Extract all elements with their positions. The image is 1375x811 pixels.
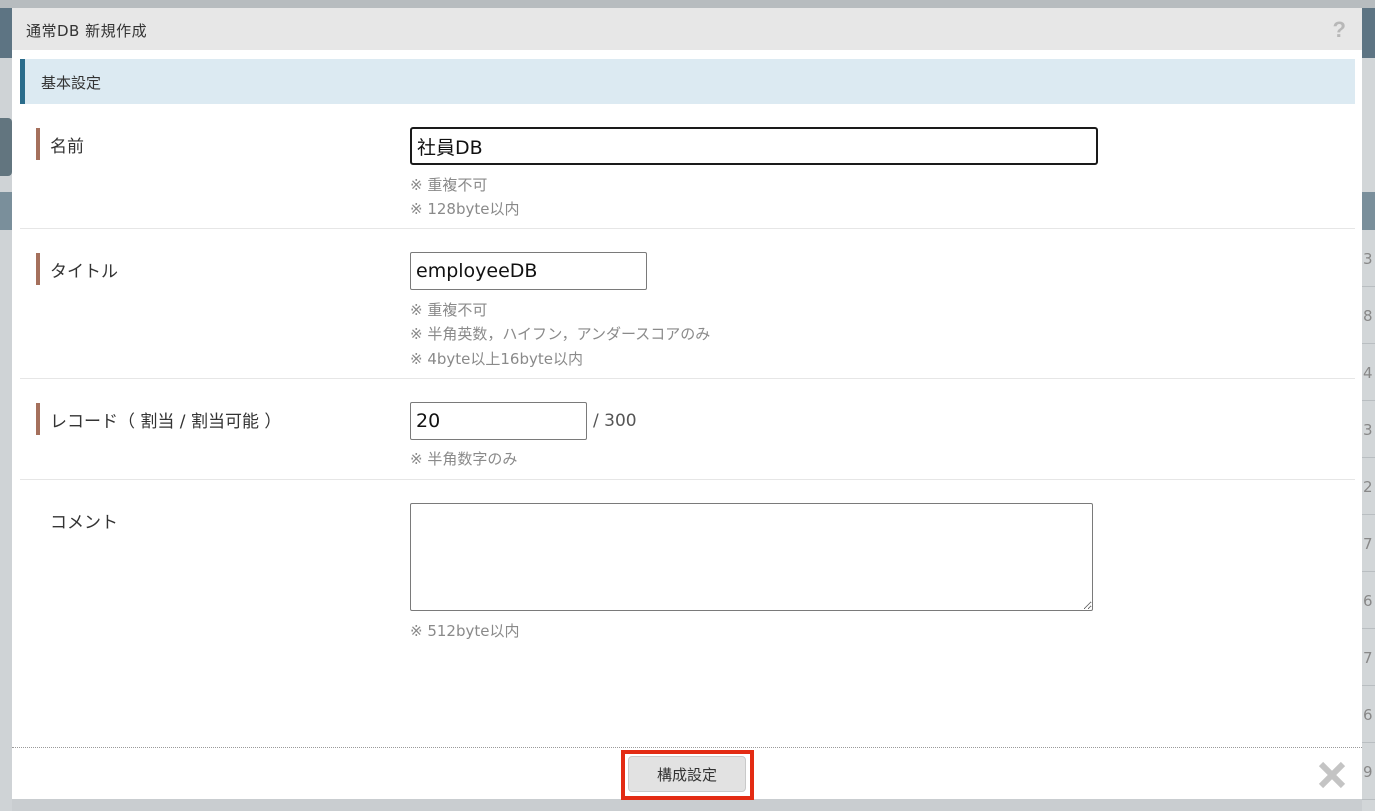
background-table-header bbox=[1362, 192, 1375, 230]
background-row-digit: 3 bbox=[1362, 401, 1375, 458]
section-header-basic-settings: 基本設定 bbox=[20, 59, 1355, 104]
background-top-bar bbox=[0, 0, 1375, 8]
background-left-band bbox=[0, 192, 12, 230]
form-row-title: タイトル ※ 重複不可 ※ 半角英数，ハイフン，アンダースコアのみ ※ 4byt… bbox=[20, 229, 1355, 379]
comment-note: ※ 512byte以内 bbox=[410, 622, 520, 640]
record-label: レコード（ 割当 / 割当可能 ） bbox=[50, 412, 282, 432]
help-icon[interactable]: ? bbox=[1333, 17, 1346, 43]
title-input[interactable] bbox=[410, 252, 647, 290]
title-note: ※ 半角英数，ハイフン，アンダースコアのみ bbox=[410, 325, 711, 343]
form-row-record: レコード（ 割当 / 割当可能 ） / 300 ※ 半角数字のみ bbox=[20, 379, 1355, 480]
required-marker bbox=[36, 253, 40, 285]
section-title: 基本設定 bbox=[41, 74, 102, 92]
background-row-digit: 7 bbox=[1362, 629, 1375, 686]
configure-structure-button[interactable]: 構成設定 bbox=[628, 756, 746, 792]
close-icon[interactable] bbox=[1317, 760, 1347, 790]
background-row-digit: 4 bbox=[1362, 344, 1375, 401]
form-row-name: 名前 ※ 重複不可 ※ 128byte以内 bbox=[20, 104, 1355, 229]
name-note: ※ 重複不可 bbox=[410, 176, 488, 194]
record-note: ※ 半角数字のみ bbox=[410, 450, 518, 468]
background-row-digit: 6 bbox=[1362, 686, 1375, 743]
name-label: 名前 bbox=[50, 137, 84, 157]
title-note: ※ 重複不可 bbox=[410, 301, 488, 319]
dialog-title: 通常DB 新規作成 bbox=[26, 22, 148, 40]
background-row-digit: 6 bbox=[1362, 572, 1375, 629]
required-marker bbox=[36, 403, 40, 435]
comment-textarea[interactable] bbox=[410, 503, 1093, 611]
record-allocation-input[interactable] bbox=[410, 402, 587, 440]
name-input[interactable] bbox=[410, 127, 1098, 165]
title-note: ※ 4byte以上16byte以内 bbox=[410, 350, 583, 368]
required-marker bbox=[36, 128, 40, 160]
create-db-dialog: 通常DB 新規作成 ? 基本設定 名前 ※ 重複不可 ※ 128byte以内 タ… bbox=[12, 8, 1362, 800]
background-row-digit: 2 bbox=[1362, 458, 1375, 515]
form-row-comment: コメント ※ 512byte以内 bbox=[20, 480, 1355, 655]
title-label: タイトル bbox=[50, 262, 118, 282]
dialog-titlebar: 通常DB 新規作成 ? bbox=[12, 8, 1362, 50]
background-row-digit: 7 bbox=[1362, 515, 1375, 572]
background-row-digit: 8 bbox=[1362, 287, 1375, 344]
record-capacity: / 300 bbox=[593, 411, 637, 431]
background-left-button bbox=[0, 118, 12, 176]
name-note: ※ 128byte以内 bbox=[410, 200, 520, 218]
dialog-footer: 構成設定 bbox=[12, 747, 1362, 800]
background-row-digit: 3 bbox=[1362, 230, 1375, 287]
comment-label: コメント bbox=[50, 513, 118, 533]
background-row-digit: 9 bbox=[1362, 743, 1375, 800]
